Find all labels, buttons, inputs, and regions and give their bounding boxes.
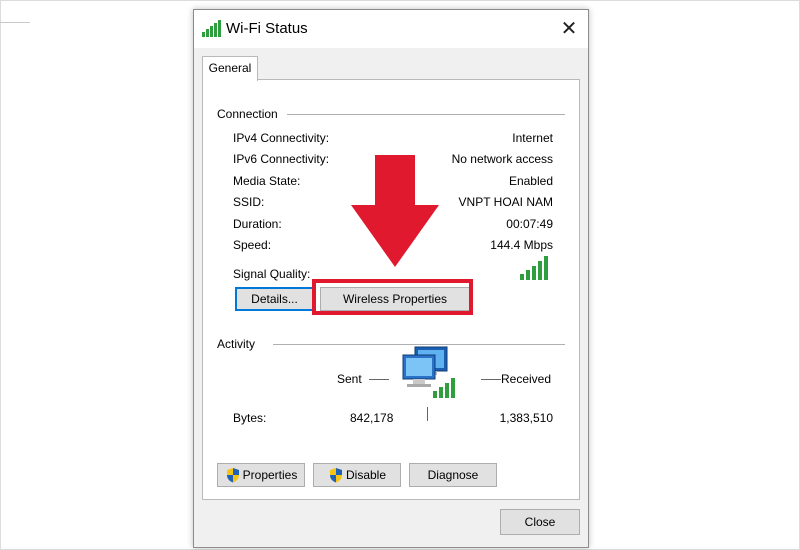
media-state-label: Media State: xyxy=(233,174,301,188)
signal-quality-label: Signal Quality: xyxy=(233,267,311,281)
details-button[interactable]: Details... xyxy=(235,287,314,311)
received-label: Received xyxy=(501,372,552,386)
connection-heading: Connection xyxy=(217,107,284,121)
ipv4-label: IPv4 Connectivity: xyxy=(233,131,330,145)
activity-separator xyxy=(427,407,428,421)
title-bar[interactable]: Wi-Fi Status ✕ xyxy=(194,10,588,48)
sent-dash xyxy=(369,379,389,380)
bytes-label: Bytes: xyxy=(233,411,267,425)
close-button[interactable]: Close xyxy=(500,509,580,535)
properties-button[interactable]: Properties xyxy=(217,463,305,487)
background-line xyxy=(0,22,30,23)
ssid-label: SSID: xyxy=(233,195,265,209)
ipv4-value: Internet xyxy=(512,131,553,145)
sent-bytes: 842,178 xyxy=(350,411,394,425)
received-dash xyxy=(481,379,501,380)
wifi-signal-icon xyxy=(202,20,221,37)
signal-quality-icon xyxy=(520,256,548,280)
network-computers-icon xyxy=(402,346,455,398)
duration-label: Duration: xyxy=(233,217,282,231)
shield-icon xyxy=(226,468,239,483)
duration-value: 00:07:49 xyxy=(506,217,553,231)
red-arrow-annotation xyxy=(351,155,439,267)
ssid-value: VNPT HOAI NAM xyxy=(458,195,553,209)
speed-label: Speed: xyxy=(233,238,272,252)
tab-general[interactable]: General xyxy=(202,56,258,81)
sent-label: Sent xyxy=(337,372,362,386)
diagnose-button[interactable]: Diagnose xyxy=(409,463,497,487)
properties-label: Properties xyxy=(242,468,298,482)
disable-label: Disable xyxy=(345,468,387,482)
ipv6-value: No network access xyxy=(451,152,553,166)
speed-value: 144.4 Mbps xyxy=(490,238,553,252)
received-bytes: 1,383,510 xyxy=(499,411,553,425)
media-state-value: Enabled xyxy=(508,174,553,188)
activity-heading: Activity xyxy=(217,337,262,351)
window-title: Wi-Fi Status xyxy=(226,20,308,37)
close-icon[interactable]: ✕ xyxy=(556,16,582,42)
ipv6-label: IPv6 Connectivity: xyxy=(233,152,330,166)
highlight-box xyxy=(312,279,473,315)
disable-button[interactable]: Disable xyxy=(313,463,401,487)
shield-icon xyxy=(329,468,342,483)
connection-divider xyxy=(287,114,565,115)
